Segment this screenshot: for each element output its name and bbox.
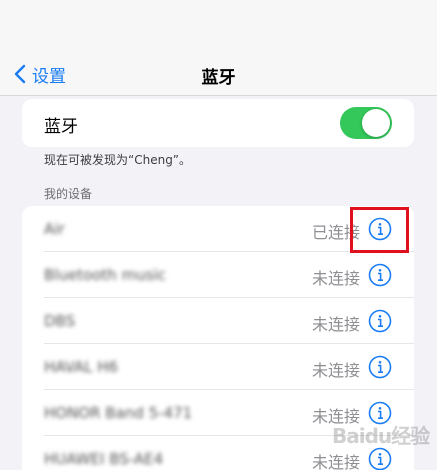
- device-name: HUAWEI BS-AE4: [44, 450, 164, 468]
- discoverable-text: 现在可被发现为“Cheng”。: [44, 153, 192, 167]
- device-status: 未连接: [311, 315, 360, 334]
- device-status: 未连接: [311, 269, 360, 288]
- device-name: HONOR Band 5-471: [44, 404, 193, 422]
- toggle-knob: [362, 109, 390, 137]
- device-row[interactable]: HAVAL H6 未连接: [22, 344, 414, 390]
- page-title: 蓝牙: [201, 68, 236, 88]
- info-icon[interactable]: [368, 355, 392, 379]
- bluetooth-toggle[interactable]: [340, 107, 392, 139]
- device-name: HAVAL H6: [44, 358, 119, 376]
- device-name: Bluetooth music: [44, 266, 166, 284]
- bluetooth-label: 蓝牙: [44, 117, 78, 137]
- device-status: 未连接: [311, 361, 360, 380]
- bluetooth-toggle-row: 蓝牙: [22, 99, 414, 147]
- navigation-bar: 设置 蓝牙: [0, 52, 437, 96]
- watermark: Baidu经验: [332, 424, 430, 448]
- device-row[interactable]: Bluetooth music 未连接: [22, 252, 414, 298]
- device-name: DBS: [44, 312, 76, 330]
- device-row[interactable]: DBS 未连接: [22, 298, 414, 344]
- info-icon[interactable]: [368, 263, 392, 287]
- status-bar-area: [0, 0, 437, 52]
- highlight-box: [350, 207, 409, 253]
- section-header-my-devices: 我的设备: [44, 187, 93, 201]
- info-icon[interactable]: [368, 309, 392, 333]
- device-status: 未连接: [311, 453, 360, 470]
- device-name: Air: [44, 220, 65, 238]
- info-icon[interactable]: [368, 447, 392, 470]
